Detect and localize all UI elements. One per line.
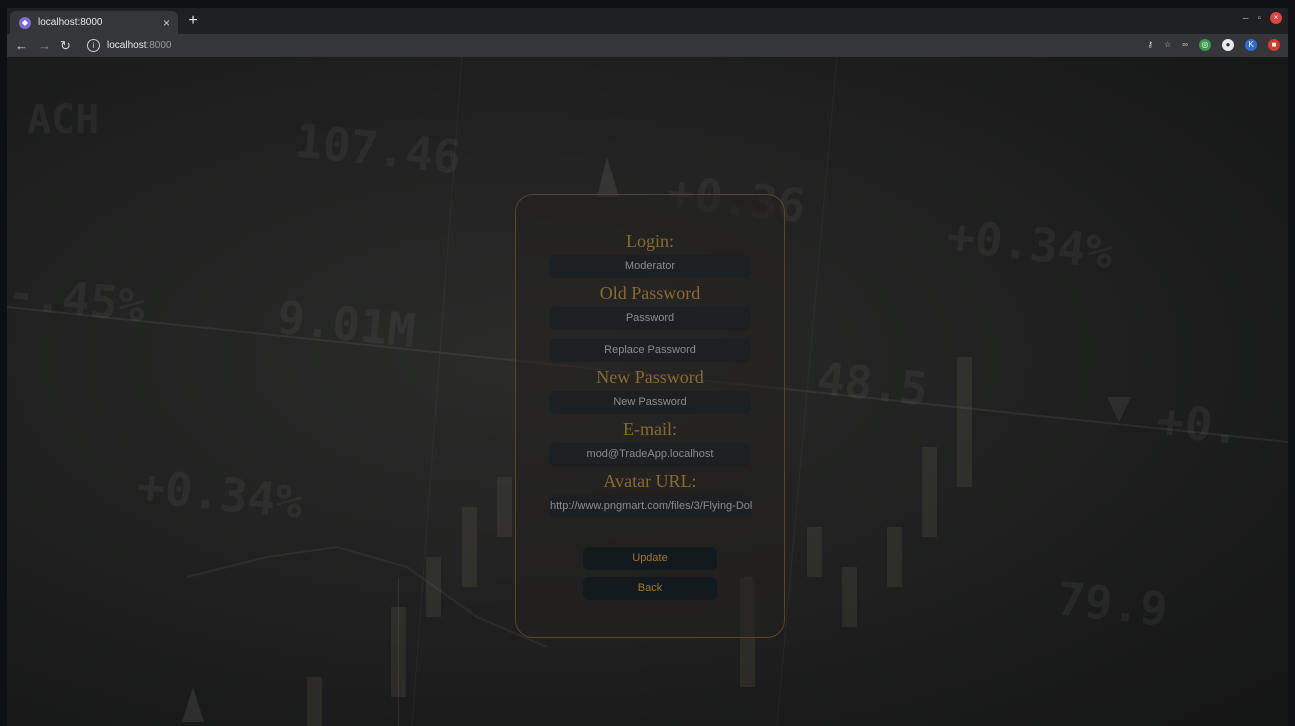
bg-candle xyxy=(807,527,822,577)
bg-candle xyxy=(842,567,857,627)
info-icon[interactable]: i xyxy=(87,39,100,52)
extension-red-icon[interactable]: ■ xyxy=(1268,39,1280,51)
login-label: Login: xyxy=(626,231,674,251)
forward-arrow-icon[interactable]: → xyxy=(38,38,51,53)
tab-title: localhost:8000 xyxy=(38,17,103,28)
old-password-label: Old Password xyxy=(599,283,701,303)
bg-candle xyxy=(307,677,322,726)
email-label: E-mail: xyxy=(623,419,677,439)
extension-white-icon[interactable]: ● xyxy=(1222,39,1234,51)
bg-candle xyxy=(391,607,406,697)
key-icon[interactable]: ⚷ xyxy=(1147,39,1153,51)
browser-chrome: ◆ localhost:8000 × + – ▫ × ← → ↻ i local… xyxy=(7,8,1288,57)
browser-tab[interactable]: ◆ localhost:8000 × xyxy=(10,11,178,34)
bg-candle xyxy=(497,477,512,537)
back-button[interactable]: Back xyxy=(583,577,717,600)
new-password-label: New Password xyxy=(596,367,704,387)
browser-toolbar: ← → ↻ i localhost:8000 ⚷ ☆ ∞ ◎ ● K ■ xyxy=(7,34,1288,57)
profile-edit-form: Login: Moderator Old Password Password R… xyxy=(515,194,785,638)
avatar-url-label: Avatar URL: xyxy=(603,471,697,491)
update-button[interactable]: Update xyxy=(583,547,717,570)
extensions-area: ⚷ ☆ ∞ ◎ ● K ■ xyxy=(1147,38,1280,52)
bg-candle xyxy=(887,527,902,587)
star-icon[interactable]: ☆ xyxy=(1164,39,1171,51)
login-field[interactable]: Moderator xyxy=(549,255,751,278)
url-text: localhost:8000 xyxy=(107,40,172,51)
reload-icon[interactable]: ↻ xyxy=(60,38,71,53)
url-host: localhost xyxy=(107,40,147,51)
tab-strip: ◆ localhost:8000 × + – ▫ × xyxy=(7,8,1288,34)
email-field[interactable]: mod@TradeApp.localhost xyxy=(549,443,751,466)
bg-candle xyxy=(922,447,937,537)
page-viewport: 107.46 +0.36 +0.34% 9.01M 48.5 +0.34% AC… xyxy=(7,57,1288,726)
address-bar[interactable]: i localhost:8000 xyxy=(81,36,1131,55)
tab-close-icon[interactable]: × xyxy=(163,16,170,30)
url-port: :8000 xyxy=(146,40,172,51)
avatar-url-field[interactable]: http://www.pngmart.com/files/3/Flying-Do… xyxy=(549,495,752,518)
extension-green-icon[interactable]: ◎ xyxy=(1199,39,1211,51)
bg-candle xyxy=(426,557,441,617)
maximize-icon[interactable]: ▫ xyxy=(1257,13,1261,24)
close-window-icon[interactable]: × xyxy=(1270,12,1282,24)
profile-avatar-icon[interactable]: K xyxy=(1245,39,1257,51)
bg-candle xyxy=(462,507,477,587)
window-controls: – ▫ × xyxy=(1243,12,1282,24)
back-arrow-icon[interactable]: ← xyxy=(15,38,28,53)
old-password-input[interactable]: Password xyxy=(549,307,751,330)
glasses-icon[interactable]: ∞ xyxy=(1182,39,1188,51)
replace-password-button[interactable]: Replace Password xyxy=(549,339,751,362)
new-password-input[interactable]: New Password xyxy=(549,391,751,414)
bg-candle xyxy=(957,357,972,487)
favicon-icon: ◆ xyxy=(19,16,31,29)
new-tab-button[interactable]: + xyxy=(183,11,203,31)
minimize-icon[interactable]: – xyxy=(1243,13,1249,24)
